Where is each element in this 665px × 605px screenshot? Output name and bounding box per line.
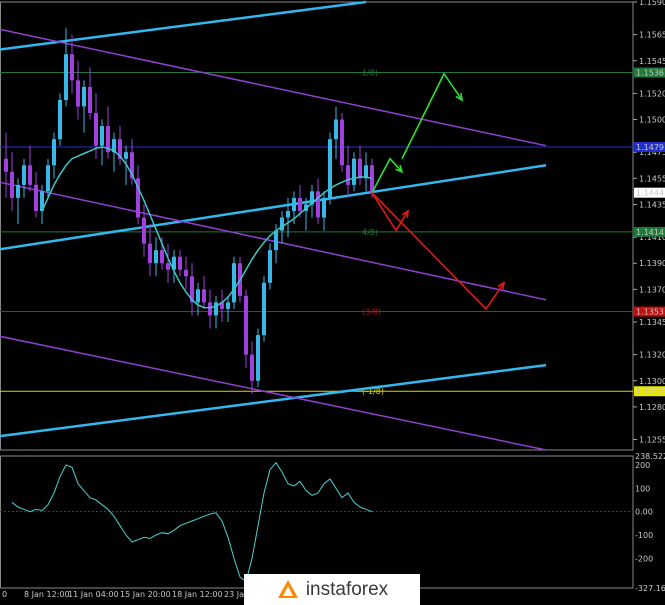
candle-body (358, 158, 362, 179)
oscillator-axis-label: -200 (635, 554, 653, 563)
price-axis-label: 1.1300 (639, 377, 665, 386)
candle-body (208, 302, 212, 316)
candle-body (28, 165, 32, 185)
candle-body (262, 282, 266, 336)
candle-body (148, 243, 152, 264)
oscillator-axis-label: -327.167 (635, 584, 665, 593)
candle-body (100, 126, 104, 146)
candle-body (58, 99, 62, 140)
level-label: 4/8) (362, 228, 378, 237)
time-axis-label: 15 Jan 20:00 (120, 590, 171, 599)
level-price-label: 1.1353 (636, 308, 664, 317)
price-axis-label: 1.1345 (639, 318, 665, 327)
candle-body (352, 158, 356, 185)
candle-body (82, 86, 86, 107)
price-axis-label: 1.1455 (639, 174, 665, 183)
candle-body (232, 263, 236, 303)
time-axis-label: 8 Jan 12:00 (24, 590, 70, 599)
candle-body (292, 197, 296, 211)
chart-background (0, 0, 665, 605)
price-axis-label: 1.1520 (639, 89, 665, 98)
candle-body (94, 113, 98, 146)
candle-body (52, 139, 56, 166)
oscillator-axis-label: -100 (635, 531, 653, 540)
candle-body (160, 250, 164, 264)
level-price-label: 1.1292 (636, 387, 664, 396)
price-axis-label: 1.1370 (639, 285, 665, 294)
candle-body (22, 165, 26, 185)
price-axis-label: 1.1565 (639, 31, 665, 40)
chart-canvas: 1.15901.15651.15451.15201.15001.14751.14… (0, 0, 665, 605)
candle-body (46, 165, 50, 192)
level-price-label: 1.1414 (636, 228, 664, 237)
candle-body (124, 152, 128, 159)
level-price-label: 1.1536 (636, 69, 664, 78)
candle-body (88, 86, 92, 114)
candle-body (196, 289, 200, 303)
candle-body (322, 197, 326, 218)
candle-body (4, 158, 8, 172)
oscillator-axis-label: 100 (635, 484, 650, 493)
candle-body (10, 171, 14, 198)
candle-body (256, 335, 260, 381)
candle-body (16, 184, 20, 198)
logo-icon (277, 579, 298, 598)
price-axis-label: 1.1255 (639, 436, 665, 445)
candle-body (76, 80, 80, 107)
candle-body (34, 184, 38, 211)
candle-body (334, 119, 338, 140)
price-axis-label: 1.1435 (639, 200, 665, 209)
level-label: (3/8) (362, 308, 381, 317)
logo-text: instaforex (305, 578, 389, 600)
candle-body (274, 230, 278, 251)
candle-body (250, 354, 254, 381)
candle-body (184, 269, 188, 277)
candle-body (154, 250, 158, 264)
oscillator-axis-label: 0.00 (635, 508, 653, 517)
candle-body (64, 54, 68, 100)
candle-body (178, 256, 182, 270)
candle-body (244, 295, 248, 355)
candle-body (298, 197, 302, 211)
candle-body (214, 302, 218, 316)
candle-body (340, 119, 344, 166)
candle-body (226, 302, 230, 309)
price-axis-label: 1.1320 (639, 351, 665, 360)
instaforex-logo: instaforex (244, 574, 420, 605)
candle-body (202, 289, 206, 303)
candle-body (142, 217, 146, 244)
price-axis-label: 1.1280 (639, 403, 665, 412)
candle-body (280, 217, 284, 231)
candle-body (166, 263, 170, 270)
candle-body (70, 54, 74, 81)
time-axis-label: 11 Jan 04:00 (68, 590, 119, 599)
candle-body (316, 191, 320, 218)
candle-body (286, 210, 290, 218)
candle-body (346, 165, 350, 185)
time-axis-label: 0 (2, 590, 7, 599)
price-axis-label: 1.1500 (639, 116, 665, 125)
level-price-label: 1.1479 (636, 143, 664, 152)
price-axis-label: 1.1545 (639, 57, 665, 66)
oscillator-axis-label: 200 (635, 461, 650, 470)
time-axis-label: 18 Jan 12:00 (172, 590, 223, 599)
price-axis-label: 1.1590 (639, 0, 665, 7)
current-price-label: 1.1444 (636, 189, 664, 198)
oscillator-axis-label: 238.5227 (635, 452, 665, 461)
price-axis-label: 1.1390 (639, 259, 665, 268)
candle-body (268, 250, 272, 283)
level-label: 1/8) (362, 69, 378, 78)
